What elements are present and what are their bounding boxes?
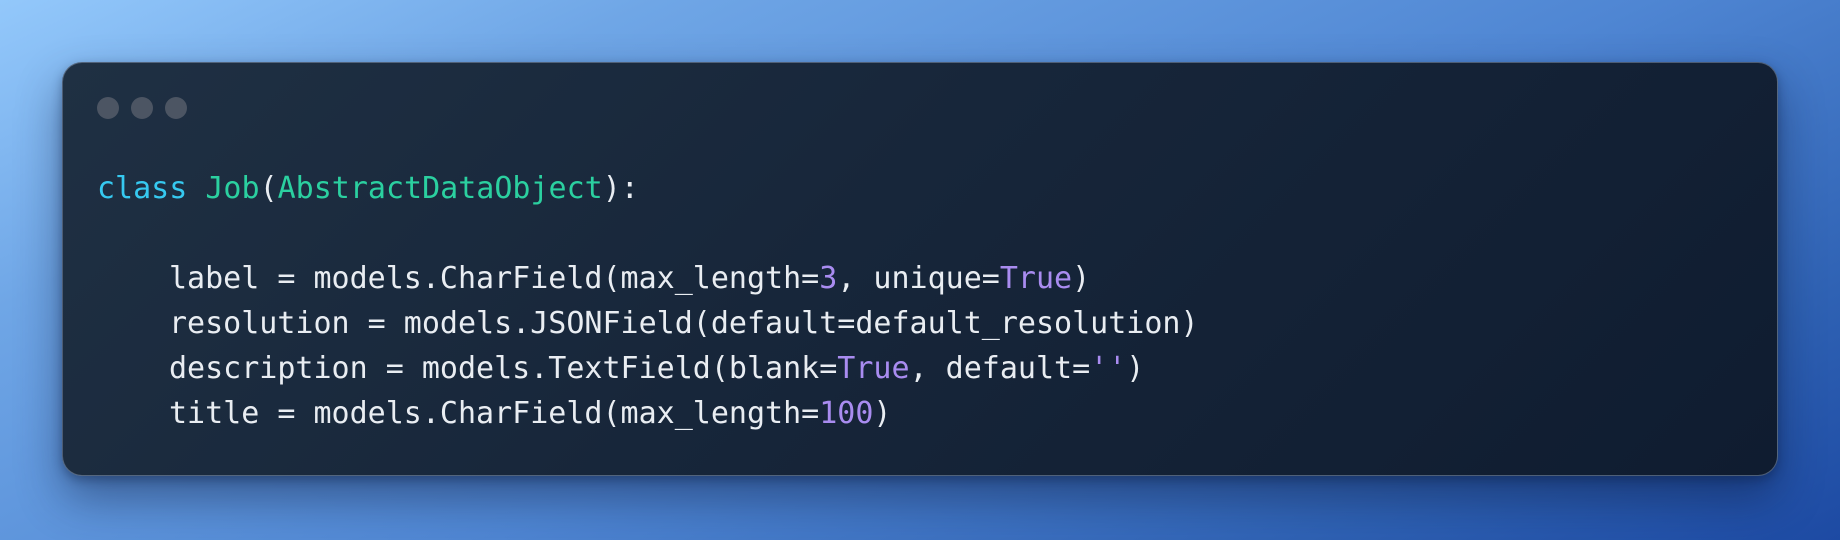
max-length-value: 3 bbox=[819, 261, 838, 296]
blank-value: True bbox=[837, 351, 910, 386]
code-line-6: title = models.CharField(max_length=100) bbox=[97, 391, 1199, 436]
resolution-field-def: resolution = models.JSONField(default=de… bbox=[169, 306, 1199, 341]
code-window: class Job(AbstractDataObject): label = mo… bbox=[62, 62, 1778, 476]
close-paren: ) bbox=[1126, 351, 1145, 386]
unique-arg: , unique= bbox=[837, 261, 1000, 296]
code-line-5: description = models.TextField(blank=Tru… bbox=[97, 346, 1199, 391]
code-line-4: resolution = models.JSONField(default=de… bbox=[97, 301, 1199, 346]
unique-value: True bbox=[999, 261, 1073, 296]
description-field-def: description = models.TextField(blank= bbox=[169, 351, 838, 386]
open-paren: ( bbox=[259, 171, 278, 206]
code-line-2-blank bbox=[97, 211, 1199, 256]
minimize-dot[interactable] bbox=[131, 97, 153, 119]
maximize-dot[interactable] bbox=[165, 97, 187, 119]
default-arg: , default= bbox=[909, 351, 1091, 386]
title-max-length-value: 100 bbox=[819, 396, 874, 431]
code-line-3: label = models.CharField(max_length=3, u… bbox=[97, 256, 1199, 301]
keyword-class: class bbox=[97, 171, 188, 206]
close-paren: ) bbox=[873, 396, 892, 431]
close-dot[interactable] bbox=[97, 97, 119, 119]
label-field-def: label = models.CharField(max_length= bbox=[169, 261, 820, 296]
title-field-def: title = models.CharField(max_length= bbox=[169, 396, 820, 431]
code-line-1: class Job(AbstractDataObject): bbox=[97, 166, 1199, 211]
class-name: Job bbox=[205, 171, 260, 206]
class-close: ): bbox=[602, 171, 639, 206]
default-string-value: '' bbox=[1090, 351, 1127, 386]
code-block: class Job(AbstractDataObject): label = mo… bbox=[97, 166, 1199, 436]
close-paren: ) bbox=[1072, 261, 1091, 296]
window-controls bbox=[97, 97, 187, 119]
base-class-name: AbstractDataObject bbox=[277, 171, 603, 206]
